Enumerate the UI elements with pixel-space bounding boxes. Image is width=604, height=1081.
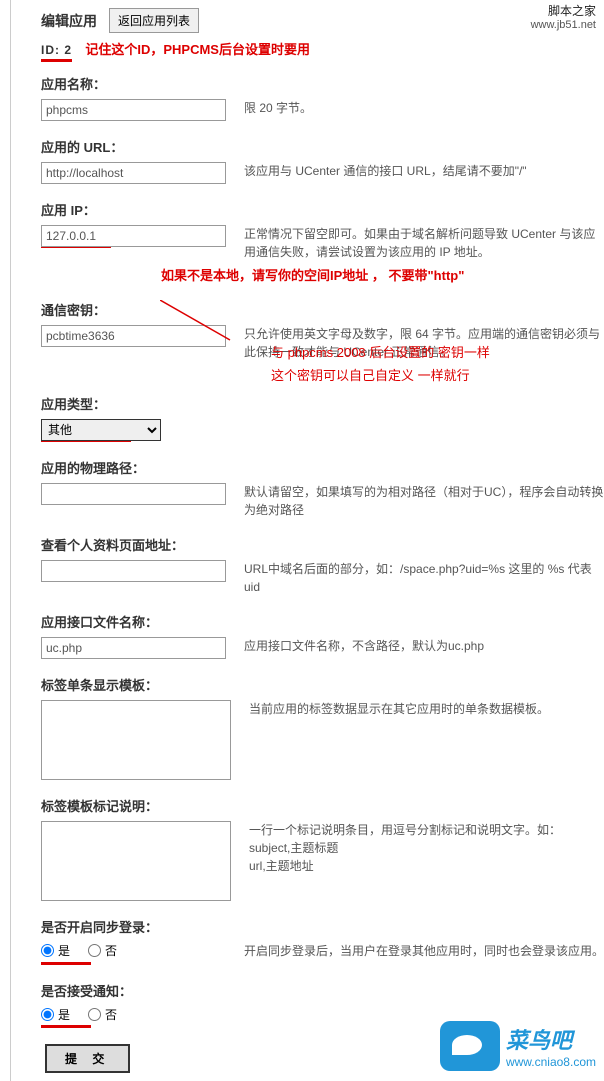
secret-note-2: 这个密钥可以自己自定义 一样就行 xyxy=(271,364,604,387)
app-url-help: 该应用与 UCenter 通信的接口 URL，结尾请不要加"/" xyxy=(244,162,604,180)
watermark-url: www.jb51.net xyxy=(531,19,596,31)
profile-input[interactable] xyxy=(41,560,226,582)
bottom-logo: 菜鸟吧 www.cniao8.com xyxy=(440,1021,596,1071)
logo-text: 菜鸟吧 xyxy=(506,1023,596,1055)
tagdesc-label: 标签模板标记说明： xyxy=(41,796,604,815)
watermark-top: 脚本之家 www.jb51.net xyxy=(531,2,596,31)
submit-button[interactable]: 提 交 xyxy=(45,1044,130,1073)
profile-help: URL中域名后面的部分，如：/space.php?uid=%s 这里的 %s 代… xyxy=(244,560,604,596)
app-name-input[interactable] xyxy=(41,99,226,121)
app-ip-help: 正常情况下留空即可。如果由于域名解析问题导致 UCenter 与该应用通信失败，… xyxy=(244,225,604,261)
phy-path-input[interactable] xyxy=(41,483,226,505)
phy-path-help: 默认请留空，如果填写的为相对路径（相对于UC），程序会自动转换为绝对路径 xyxy=(244,483,604,519)
app-ip-label: 应用 IP： xyxy=(41,200,604,219)
synclogin-label: 是否开启同步登录： xyxy=(41,917,604,936)
bird-icon xyxy=(440,1021,500,1071)
app-type-select[interactable]: 其他 xyxy=(41,419,161,441)
app-ip-input[interactable] xyxy=(41,225,226,247)
tagdesc-textarea[interactable] xyxy=(41,821,231,901)
secret-label: 通信密钥： xyxy=(41,300,604,319)
logo-url: www.cniao8.com xyxy=(506,1055,596,1069)
page-title: 编辑应用 xyxy=(41,11,97,31)
notify-yes[interactable]: 是 xyxy=(41,1006,70,1023)
notify-label: 是否接受通知： xyxy=(41,981,604,1000)
tagtpl-help: 当前应用的标签数据显示在其它应用时的单条数据模板。 xyxy=(249,700,604,718)
app-name-label: 应用名称： xyxy=(41,74,604,93)
phy-path-label: 应用的物理路径： xyxy=(41,458,604,477)
secret-input[interactable] xyxy=(41,325,226,347)
watermark-name: 脚本之家 xyxy=(531,2,596,19)
notify-no[interactable]: 否 xyxy=(88,1006,117,1023)
synclogin-help: 开启同步登录后，当用户在登录其他应用时，同时也会登录该应用。 xyxy=(244,942,604,960)
sync-underline-mark xyxy=(41,962,91,965)
synclogin-no[interactable]: 否 xyxy=(88,942,117,959)
app-url-input[interactable] xyxy=(41,162,226,184)
synclogin-yes[interactable]: 是 xyxy=(41,942,70,959)
id-annotation: 记住这个ID，PHPCMS后台设置时要用 xyxy=(85,42,310,57)
app-type-label: 应用类型： xyxy=(41,394,604,413)
tagtpl-textarea[interactable] xyxy=(41,700,231,780)
apifile-help: 应用接口文件名称，不含路径，默认为uc.php xyxy=(244,637,604,655)
profile-label: 查看个人资料页面地址： xyxy=(41,535,604,554)
apifile-input[interactable] xyxy=(41,637,226,659)
apifile-label: 应用接口文件名称： xyxy=(41,612,604,631)
tagtpl-label: 标签单条显示模板： xyxy=(41,675,604,694)
app-url-label: 应用的 URL： xyxy=(41,137,604,156)
ip-annotation: 如果不是本地，请写你的空间IP地址 ， 不要带"http" xyxy=(161,265,604,284)
tagdesc-help: 一行一个标记说明条目，用逗号分割标记和说明文字。如： subject,主题标题 … xyxy=(249,821,604,875)
back-button[interactable]: 返回应用列表 xyxy=(109,8,199,33)
notify-underline-mark xyxy=(41,1025,91,1028)
app-name-help: 限 20 字节。 xyxy=(244,99,604,117)
app-id-label: ID: 2 xyxy=(41,43,72,62)
